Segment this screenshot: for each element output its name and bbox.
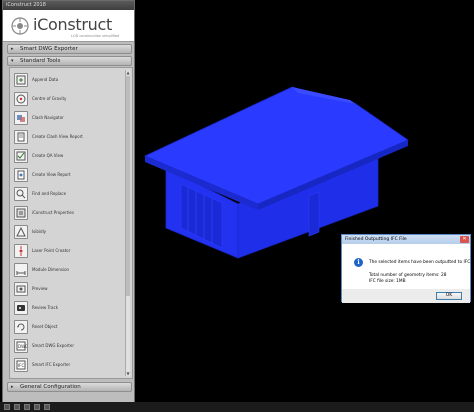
tool-item[interactable]: Preview bbox=[13, 281, 123, 298]
tool-label: Find and Replace bbox=[32, 191, 67, 196]
tool-item[interactable]: Isibidly bbox=[13, 224, 123, 241]
ifc-exporter-icon: IFC bbox=[14, 358, 28, 372]
preview-icon bbox=[14, 282, 28, 296]
chevron-down-icon: ▾ bbox=[11, 58, 14, 64]
dialog-body: i The selected items have been outputted… bbox=[342, 244, 472, 303]
find-replace-icon bbox=[14, 187, 28, 201]
ifc-output-dialog: Finished Outputting IFC File ✕ i The sel… bbox=[341, 234, 472, 303]
tool-item[interactable]: Create Clash View Report bbox=[13, 129, 123, 146]
tool-item[interactable]: Laser Point Creator bbox=[13, 243, 123, 260]
scroll-down-icon[interactable]: ▼ bbox=[126, 371, 130, 376]
brand-tagline: LOD construction simplified bbox=[71, 34, 120, 38]
toolbar-button[interactable] bbox=[14, 404, 20, 410]
tool-label: Create View Report bbox=[32, 172, 71, 177]
section-smart-dwg-exporter[interactable]: ▸ Smart DWG Exporter bbox=[7, 44, 132, 54]
iconstruct-palette: iConstruct 2018 iConstruct LOD construct… bbox=[2, 0, 135, 406]
tool-item[interactable]: Create View Report bbox=[13, 167, 123, 184]
tool-item[interactable]: Append Data bbox=[13, 72, 123, 89]
tool-label: Smart IFC Exporter bbox=[32, 362, 71, 367]
review-track-icon bbox=[14, 301, 28, 315]
dialog-titlebar[interactable]: Finished Outputting IFC File ✕ bbox=[342, 235, 470, 244]
chevron-right-icon: ▸ bbox=[11, 46, 14, 52]
laser-point-icon bbox=[14, 244, 28, 258]
tool-label: Centre of Gravity bbox=[32, 96, 67, 101]
geometry-count: Total number of geometry items: 28 bbox=[369, 273, 447, 278]
tool-label: Reset Object bbox=[32, 324, 58, 329]
tool-label: Isibidly bbox=[32, 229, 47, 234]
properties-icon bbox=[14, 206, 28, 220]
brand-name: iConstruct bbox=[33, 15, 112, 34]
toolbar-button[interactable] bbox=[34, 404, 40, 410]
tool-label: iConstruct Properties bbox=[32, 210, 74, 215]
standard-tools-panel: Append Data Centre of Gravity Clash Naviga… bbox=[9, 67, 133, 379]
dialog-footer: OK bbox=[342, 289, 470, 303]
append-data-icon bbox=[14, 73, 28, 87]
toolbar-button[interactable] bbox=[44, 404, 50, 410]
tool-label: Append Data bbox=[32, 77, 59, 82]
svg-text:DWG: DWG bbox=[18, 344, 27, 349]
tool-item[interactable]: Clash Navigator bbox=[13, 110, 123, 127]
tool-label: Smart DWG Exporter bbox=[32, 343, 74, 348]
tool-label: Module Dimension bbox=[32, 267, 70, 272]
dialog-message: The selected items have been outputted t… bbox=[369, 260, 472, 265]
tool-label: Review Track bbox=[32, 305, 59, 310]
dialog-title: Finished Outputting IFC File bbox=[345, 237, 407, 242]
tools-scrollbar[interactable]: ▲ ▼ bbox=[125, 70, 130, 376]
iconstruct-logo: iConstruct LOD construction simplified bbox=[3, 10, 134, 42]
scroll-thumb[interactable] bbox=[126, 76, 130, 296]
tool-item[interactable]: Centre of Gravity bbox=[13, 91, 123, 108]
model-viewport[interactable]: iConstruct 2018 iConstruct LOD construct… bbox=[0, 0, 474, 412]
section-label: Standard Tools bbox=[20, 58, 61, 64]
section-general-configuration[interactable]: ▸ General Configuration bbox=[7, 382, 132, 392]
section-label: General Configuration bbox=[20, 384, 81, 390]
view-report-icon bbox=[14, 168, 28, 182]
tool-item[interactable]: Create QA View bbox=[13, 148, 123, 165]
toolbar-button[interactable] bbox=[4, 404, 10, 410]
clash-report-icon bbox=[14, 130, 28, 144]
info-icon: i bbox=[354, 258, 363, 267]
tool-label: Create Clash View Report bbox=[32, 134, 83, 139]
tool-label: Create QA View bbox=[32, 153, 64, 158]
ok-button[interactable]: OK bbox=[436, 292, 462, 300]
tool-label: Laser Point Creator bbox=[32, 248, 71, 253]
module-dimension-icon bbox=[14, 263, 28, 277]
file-size: IFC file size: 1MB bbox=[369, 279, 406, 284]
tool-item[interactable]: IFC Smart IFC Exporter bbox=[13, 357, 123, 374]
chevron-right-icon: ▸ bbox=[11, 384, 14, 390]
toolbar-button[interactable] bbox=[24, 404, 30, 410]
tool-item[interactable]: Review Track bbox=[13, 300, 123, 317]
tool-item[interactable]: iConstruct Properties bbox=[13, 205, 123, 222]
section-standard-tools[interactable]: ▾ Standard Tools bbox=[7, 56, 132, 66]
clash-navigator-icon bbox=[14, 111, 28, 125]
palette-titlebar[interactable]: iConstruct 2018 bbox=[3, 1, 134, 10]
dwg-exporter-icon: DWG bbox=[14, 339, 28, 353]
scroll-up-icon[interactable]: ▲ bbox=[126, 70, 130, 75]
close-icon[interactable]: ✕ bbox=[460, 236, 469, 243]
svg-text:IFC: IFC bbox=[18, 363, 24, 368]
qa-view-icon bbox=[14, 149, 28, 163]
side-door bbox=[308, 191, 320, 237]
bottom-toolbar bbox=[0, 402, 474, 412]
iconstruct-logo-icon bbox=[11, 17, 29, 35]
section-label: Smart DWG Exporter bbox=[20, 46, 78, 52]
tool-item[interactable]: Find and Replace bbox=[13, 186, 123, 203]
centre-of-gravity-icon bbox=[14, 92, 28, 106]
tool-label: Clash Navigator bbox=[32, 115, 64, 120]
tool-item[interactable]: DWG Smart DWG Exporter bbox=[13, 338, 123, 355]
reset-object-icon bbox=[14, 320, 28, 334]
isibidly-icon bbox=[14, 225, 28, 239]
tool-item[interactable]: Module Dimension bbox=[13, 262, 123, 279]
tool-item[interactable]: Reset Object bbox=[13, 319, 123, 336]
tool-label: Preview bbox=[32, 286, 48, 291]
